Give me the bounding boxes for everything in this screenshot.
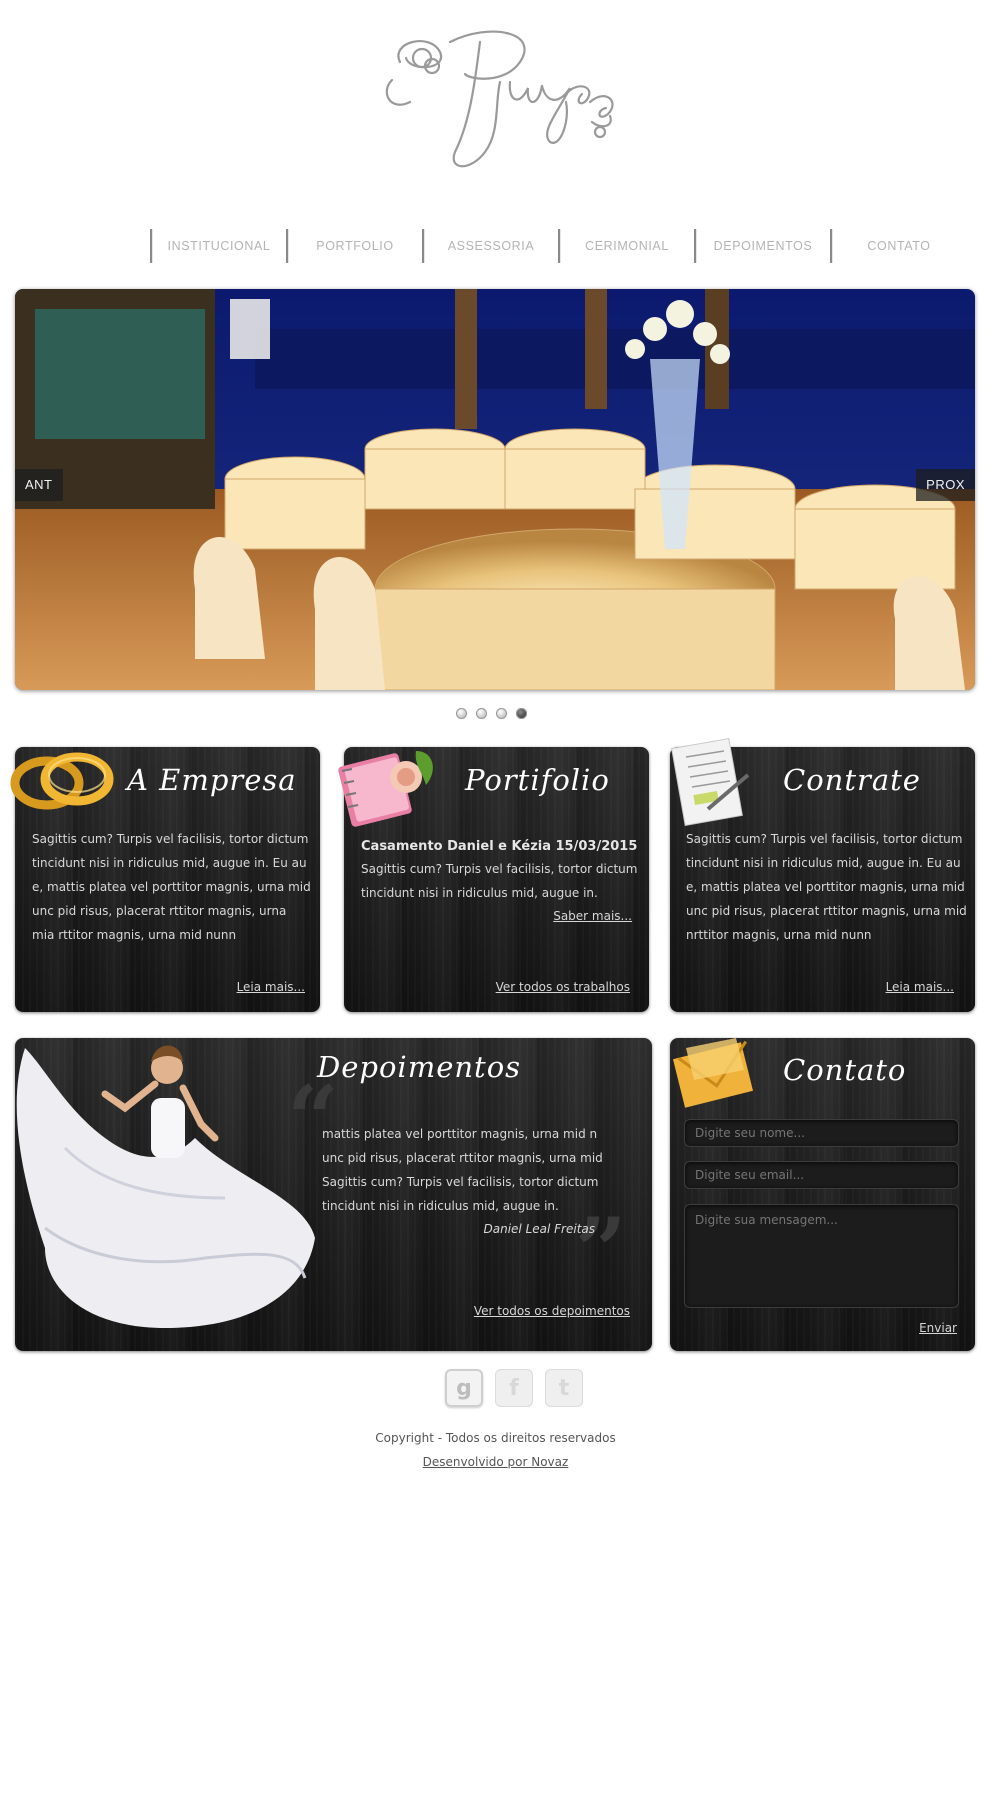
portfolio-title: Portifolio — [465, 763, 610, 797]
contato-panel: Contato Enviar — [670, 1038, 975, 1351]
slider-next-button[interactable]: PROX — [916, 469, 975, 501]
copyright-text: Copyright - Todos os direitos reservados — [375, 1431, 616, 1445]
portfolio-all-works-link[interactable]: Ver todos os trabalhos — [496, 980, 630, 994]
nav-item-institucional[interactable]: INSTITUCIONAL — [152, 229, 286, 265]
portfolio-panel: Portifolio Casamento Daniel e Kézia 15/0… — [338, 747, 649, 1012]
developer-link[interactable]: Desenvolvido por Novaz — [423, 1455, 569, 1469]
empresa-read-more-link[interactable]: Leia mais... — [237, 980, 305, 994]
depoimentos-title: Depoimentos — [317, 1050, 522, 1084]
portfolio-saber-mais-link[interactable]: Saber mais... — [553, 909, 632, 923]
nav-item-depoimentos[interactable]: DEPOIMENTOS — [696, 229, 830, 265]
slider-pagination — [456, 708, 527, 719]
facebook-icon[interactable]: f — [495, 1369, 533, 1407]
hero-slider: ANT PROX — [15, 289, 975, 690]
portfolio-text: Sagittis cum? Turpis vel facilisis, tort… — [361, 862, 638, 900]
social-links: g f t — [445, 1369, 583, 1407]
contrate-title: Contrate — [783, 763, 921, 797]
google-plus-icon[interactable]: g — [445, 1369, 483, 1407]
portfolio-event-title: Casamento Daniel e Kézia 15/03/2015 — [361, 839, 638, 854]
contrate-read-more-link[interactable]: Leia mais... — [886, 980, 954, 994]
developer-credit: Desenvolvido por Novaz — [0, 1455, 991, 1469]
empresa-title: A Empresa — [127, 763, 297, 797]
nav-item-contato[interactable]: CONTATO — [832, 229, 966, 265]
depoimentos-all-link[interactable]: Ver todos os depoimentos — [474, 1304, 630, 1318]
testimonial-text: mattis platea vel porttitor magnis, urna… — [322, 1127, 603, 1213]
contrate-panel: Contrate Sagittis cum? Turpis vel facili… — [670, 737, 975, 1012]
logo[interactable] — [370, 22, 630, 182]
email-input[interactable] — [684, 1161, 959, 1189]
contato-title: Contato — [783, 1053, 907, 1087]
contrate-text: Sagittis cum? Turpis vel facilisis, tort… — [686, 832, 967, 942]
slide-image — [15, 289, 975, 690]
empresa-text: Sagittis cum? Turpis vel facilisis, tort… — [32, 832, 311, 942]
nav-item-assessoria[interactable]: ASSESSORIA — [424, 229, 558, 265]
nav-item-portfolio[interactable]: PORTFOLIO — [288, 229, 422, 265]
testimonial-author: Daniel Leal Freitas — [483, 1222, 596, 1236]
message-textarea[interactable] — [684, 1204, 959, 1308]
empresa-panel: A Empresa Sagittis cum? Turpis vel facil… — [10, 747, 320, 1012]
depoimentos-panel: Depoimentos “ ” mattis platea vel portti… — [15, 1038, 652, 1351]
photo-album-icon — [338, 751, 433, 827]
slider-dot[interactable] — [476, 708, 487, 719]
ruze-logo-graphic — [385, 30, 614, 168]
bride-photo — [16, 1045, 315, 1328]
slider-prev-button[interactable]: ANT — [15, 469, 63, 501]
contract-document-icon — [671, 737, 750, 827]
envelope-icon — [672, 1038, 754, 1108]
name-input[interactable] — [684, 1119, 959, 1147]
slider-dot[interactable] — [496, 708, 507, 719]
main-nav: INSTITUCIONAL PORTFOLIO ASSESSORIA CERIM… — [150, 229, 966, 265]
close-quote-icon: ” — [575, 1198, 627, 1304]
slider-dot-active[interactable] — [516, 708, 527, 719]
slider-dot[interactable] — [456, 708, 467, 719]
twitter-icon[interactable]: t — [545, 1369, 583, 1407]
send-button[interactable]: Enviar — [919, 1321, 957, 1335]
nav-item-cerimonial[interactable]: CERIMONIAL — [560, 229, 694, 265]
wedding-rings-icon — [10, 752, 114, 810]
